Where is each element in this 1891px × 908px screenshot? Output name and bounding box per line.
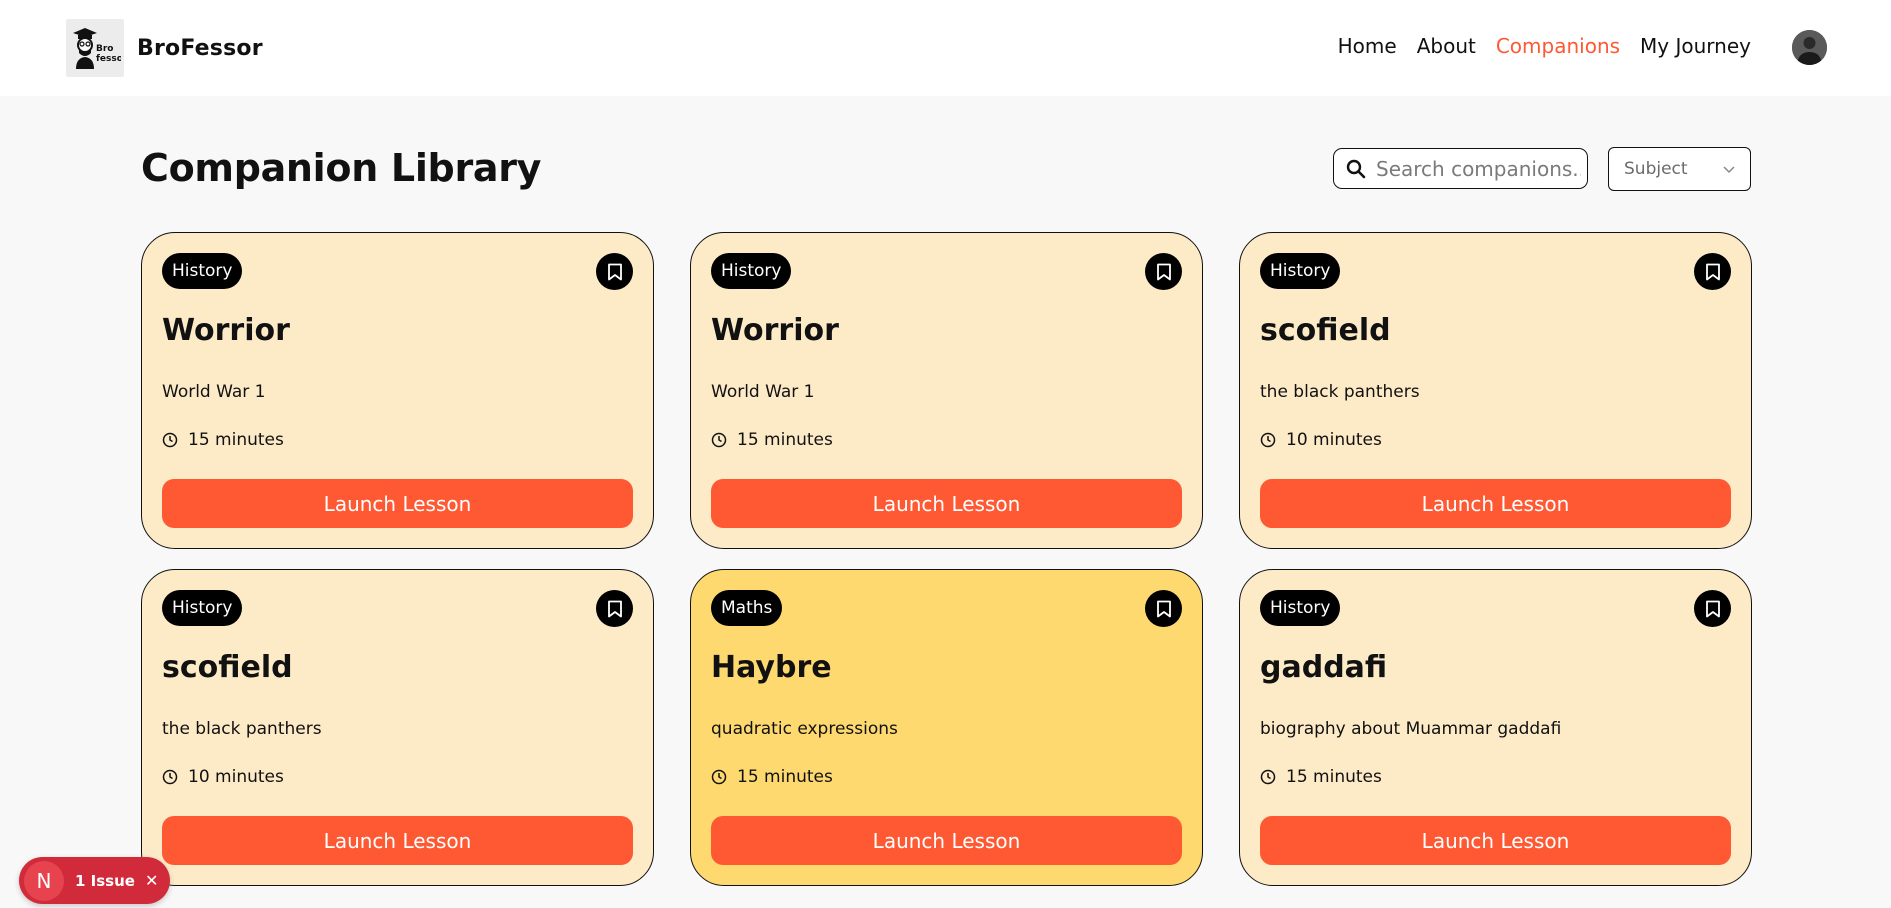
clock-icon (1260, 769, 1276, 785)
subject-badge: Maths (711, 590, 783, 626)
close-icon[interactable]: ✕ (145, 871, 158, 890)
bookmark-icon (1705, 263, 1720, 280)
companion-card: History scofield the black panthers 10 m… (1239, 232, 1752, 549)
clock-icon (162, 769, 178, 785)
companion-duration: 10 minutes (162, 767, 284, 787)
companion-duration: 15 minutes (162, 430, 284, 450)
companion-card: History Worrior World War 1 15 minutes L… (690, 232, 1203, 549)
launch-lesson-button[interactable]: Launch Lesson (1260, 816, 1731, 865)
launch-lesson-button[interactable]: Launch Lesson (162, 479, 633, 528)
nextjs-badge-icon[interactable]: N (24, 860, 64, 901)
subject-badge: History (162, 253, 243, 289)
companion-duration: 10 minutes (1260, 430, 1382, 450)
nav-my-journey[interactable]: My Journey (1640, 34, 1751, 58)
nav-companions[interactable]: Companions (1496, 34, 1620, 58)
bookmark-icon (1156, 263, 1171, 280)
companion-duration: 15 minutes (711, 430, 833, 450)
search-input[interactable] (1376, 156, 1581, 181)
user-photo-icon (1792, 30, 1827, 65)
launch-lesson-button[interactable]: Launch Lesson (711, 479, 1182, 528)
duration-text: 15 minutes (1286, 767, 1382, 787)
duration-text: 10 minutes (1286, 430, 1382, 450)
companion-card: History Worrior World War 1 15 minutes L… (141, 232, 654, 549)
nav-links: Home About Companions My Journey (1338, 34, 1751, 58)
clock-icon (711, 769, 727, 785)
search-box[interactable] (1333, 148, 1588, 189)
svg-text:fessor: fessor (96, 54, 121, 64)
bookmark-icon (607, 600, 622, 617)
subject-badge: History (711, 253, 792, 289)
bookmark-icon (1705, 600, 1720, 617)
subject-filter-select[interactable]: Subject (1608, 147, 1751, 191)
companion-name: Haybre (711, 650, 832, 685)
launch-lesson-button[interactable]: Launch Lesson (1260, 479, 1731, 528)
chevron-down-icon (1723, 166, 1735, 174)
duration-text: 15 minutes (737, 430, 833, 450)
issue-count[interactable]: 1 Issue (75, 872, 135, 890)
bookmark-button[interactable] (1145, 253, 1182, 290)
companion-name: Worrior (162, 313, 290, 348)
launch-lesson-button[interactable]: Launch Lesson (162, 816, 633, 865)
companion-topic: biography about Muammar gaddafi (1260, 719, 1562, 739)
subject-filter-label: Subject (1624, 159, 1688, 179)
duration-text: 10 minutes (188, 767, 284, 787)
nav-about[interactable]: About (1417, 34, 1476, 58)
companion-duration: 15 minutes (1260, 767, 1382, 787)
subject-badge: History (162, 590, 243, 626)
bookmark-icon (1156, 600, 1171, 617)
issues-indicator[interactable]: N 1 Issue ✕ (19, 857, 170, 904)
companion-name: Worrior (711, 313, 839, 348)
bookmark-button[interactable] (1694, 590, 1731, 627)
duration-text: 15 minutes (188, 430, 284, 450)
brofessor-logo[interactable]: Bro fessor (66, 19, 124, 77)
companion-duration: 15 minutes (711, 767, 833, 787)
brand-name[interactable]: BroFessor (137, 36, 263, 61)
search-icon (1346, 159, 1366, 178)
companion-name: scofield (162, 650, 293, 685)
clock-icon (162, 432, 178, 448)
companion-topic: the black panthers (1260, 382, 1420, 402)
companion-topic: World War 1 (162, 382, 266, 402)
svg-text:Bro: Bro (96, 44, 113, 54)
user-avatar[interactable] (1792, 30, 1827, 65)
bookmark-button[interactable] (1145, 590, 1182, 627)
companion-topic: quadratic expressions (711, 719, 898, 739)
subject-badge: History (1260, 253, 1341, 289)
duration-text: 15 minutes (737, 767, 833, 787)
clock-icon (1260, 432, 1276, 448)
companion-topic: the black panthers (162, 719, 322, 739)
clock-icon (711, 432, 727, 448)
page-title: Companion Library (141, 146, 542, 190)
professor-logo-icon: Bro fessor (73, 28, 121, 69)
launch-lesson-button[interactable]: Launch Lesson (711, 816, 1182, 865)
navbar: Bro fessor BroFessor Home About Companio… (0, 0, 1891, 96)
brand[interactable]: Bro fessor BroFessor (66, 19, 263, 77)
companion-card: History scofield the black panthers 10 m… (141, 569, 654, 886)
subject-badge: History (1260, 590, 1341, 626)
bookmark-button[interactable] (596, 590, 633, 627)
bookmark-icon (607, 263, 622, 280)
companion-card: Maths Haybre quadratic expressions 15 mi… (690, 569, 1203, 886)
companion-card: History gaddafi biography about Muammar … (1239, 569, 1752, 886)
bookmark-button[interactable] (1694, 253, 1731, 290)
companion-name: scofield (1260, 313, 1391, 348)
companion-name: gaddafi (1260, 650, 1388, 685)
bookmark-button[interactable] (596, 253, 633, 290)
nav-home[interactable]: Home (1338, 34, 1397, 58)
companion-topic: World War 1 (711, 382, 815, 402)
